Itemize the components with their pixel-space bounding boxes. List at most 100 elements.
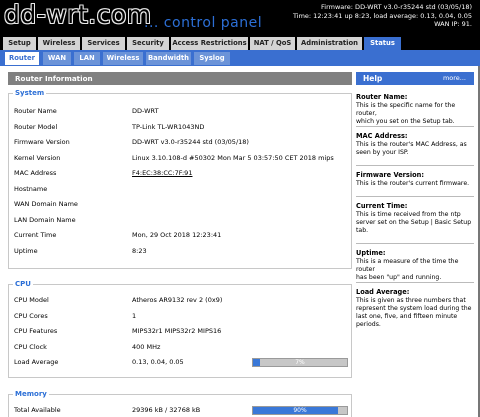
hostname-label: Hostname bbox=[14, 185, 48, 193]
cpu-legend: CPU bbox=[13, 280, 33, 288]
cpu-features-value: MIPS32r1 MIPS32r2 MIPS16 bbox=[132, 327, 222, 335]
load-average-label: Load Average bbox=[14, 358, 59, 366]
help-header: Help more... bbox=[356, 72, 474, 85]
help-heading: Router Name: bbox=[356, 93, 408, 101]
load-progress-bar: 7% bbox=[252, 358, 348, 367]
subtab-bandwidth[interactable]: Bandwidth bbox=[146, 52, 191, 65]
tab-security[interactable]: Security bbox=[127, 37, 169, 50]
system-legend: System bbox=[13, 89, 47, 97]
firmware-info: Firmware: DD-WRT v3.0-r35244 std (03/05/… bbox=[321, 3, 472, 11]
tab-access-restrictions[interactable]: Access Restrictions bbox=[171, 37, 248, 50]
help-text: This is the router's current firmware. bbox=[356, 180, 470, 187]
memory-progress-bar: 90% bbox=[252, 406, 348, 415]
kernel-version-label: Kernel Version bbox=[14, 154, 61, 162]
cpu-cores-value: 1 bbox=[132, 312, 137, 320]
mac-address-label: MAC Address bbox=[14, 169, 57, 177]
cpu-clock-row: CPU Clock 400 MHz bbox=[14, 342, 348, 352]
router-name-row: Router Name DD-WRT bbox=[14, 106, 348, 116]
help-text: periods. bbox=[356, 321, 381, 328]
tab-nat-qos[interactable]: NAT / QoS bbox=[250, 37, 295, 50]
total-available-value: 29396 kB / 32768 kB bbox=[132, 406, 201, 414]
help-heading: Load Average: bbox=[356, 288, 410, 296]
uptime-value: 8:23 bbox=[132, 247, 147, 255]
cpu-features-label: CPU Features bbox=[14, 327, 58, 335]
router-information-panel: Router Information System Router Name DD-… bbox=[8, 72, 352, 417]
tab-administration[interactable]: Administration bbox=[297, 37, 362, 50]
cpu-clock-label: CPU Clock bbox=[14, 343, 47, 351]
mac-address-row: MAC Address F4:EC:38:CC:7F:91 bbox=[14, 168, 348, 178]
help-panel: Help more... Router Name: This is the sp… bbox=[356, 72, 474, 328]
current-time-label: Current Time bbox=[14, 231, 57, 239]
control-panel-subtitle: ... control panel bbox=[144, 15, 263, 31]
help-title: Help bbox=[363, 74, 383, 83]
page-title: Router Information bbox=[8, 72, 352, 85]
lan-domain-row: LAN Domain Name bbox=[14, 215, 348, 225]
help-current-time: Current Time: This is time received from… bbox=[356, 202, 474, 235]
subtab-lan[interactable]: LAN bbox=[74, 52, 100, 65]
cpu-model-row: CPU Model Atheros AR9132 rev 2 (0x9) bbox=[14, 295, 348, 305]
router-name-value: DD-WRT bbox=[132, 107, 159, 115]
firmware-version-label: Firmware Version bbox=[14, 138, 70, 146]
memory-legend: Memory bbox=[13, 390, 49, 398]
cpu-clock-value: 400 MHz bbox=[132, 343, 161, 351]
wan-ip-info: WAN IP: 91. bbox=[434, 20, 472, 28]
router-model-row: Router Model TP-Link TL-WR1043ND bbox=[14, 122, 348, 132]
help-divider bbox=[356, 196, 474, 197]
help-text: seen by your ISP. bbox=[356, 149, 409, 156]
cpu-model-value: Atheros AR9132 rev 2 (0x9) bbox=[132, 296, 223, 304]
uptime-row: Uptime 8:23 bbox=[14, 246, 348, 256]
help-heading: MAC Address: bbox=[356, 132, 408, 140]
load-progress-text: 7% bbox=[295, 359, 305, 366]
lan-domain-label: LAN Domain Name bbox=[14, 216, 76, 224]
system-section: System Router Name DD-WRT Router Model TP-… bbox=[8, 89, 352, 269]
tab-services[interactable]: Services bbox=[82, 37, 125, 50]
hostname-row: Hostname bbox=[14, 184, 348, 194]
help-text: This is a measure of the time the router bbox=[356, 258, 459, 273]
help-text: represent the system load during the bbox=[356, 305, 472, 312]
time-info: Time: 12:23:41 up 8:23, load average: 0.… bbox=[293, 11, 472, 20]
help-text: server set on the Setup | Basic Setup bbox=[356, 219, 472, 226]
help-text: This is time received from the ntp bbox=[356, 211, 461, 218]
help-more-link[interactable]: more... bbox=[443, 72, 466, 85]
help-text: This is the specific name for the router… bbox=[356, 102, 456, 117]
load-average-row: Load Average 0.13, 0.04, 0.05 7% bbox=[14, 357, 348, 367]
help-divider bbox=[356, 243, 474, 244]
subtab-wireless[interactable]: Wireless bbox=[103, 52, 143, 65]
router-model-value: TP-Link TL-WR1043ND bbox=[132, 123, 205, 131]
mac-address-link[interactable]: F4:EC:38:CC:7F:91 bbox=[132, 168, 192, 178]
help-mac-address: MAC Address: This is the router's MAC Ad… bbox=[356, 132, 474, 157]
wan-domain-row: WAN Domain Name bbox=[14, 199, 348, 209]
cpu-cores-row: CPU Cores 1 bbox=[14, 311, 348, 321]
help-text: This is given as three numbers that bbox=[356, 297, 466, 304]
help-text: last one, five, and fifteen minute bbox=[356, 313, 458, 320]
uptime-label: Uptime bbox=[14, 247, 38, 255]
router-model-label: Router Model bbox=[14, 123, 58, 131]
help-divider bbox=[356, 282, 474, 283]
kernel-version-value: Linux 3.10.108-d #50302 Mon Mar 5 03:57:… bbox=[132, 154, 334, 162]
help-heading: Uptime: bbox=[356, 249, 386, 257]
current-time-row: Current Time Mon, 29 Oct 2018 12:23:41 bbox=[14, 230, 348, 240]
help-heading: Current Time: bbox=[356, 202, 408, 210]
help-divider bbox=[356, 165, 474, 166]
cpu-model-label: CPU Model bbox=[14, 296, 49, 304]
tab-setup[interactable]: Setup bbox=[3, 37, 36, 50]
memory-section: Memory Total Available 29396 kB / 32768 … bbox=[8, 390, 352, 417]
tab-status[interactable]: Status bbox=[364, 37, 401, 50]
kernel-version-row: Kernel Version Linux 3.10.108-d #50302 Mo… bbox=[14, 153, 348, 163]
memory-progress-text: 90% bbox=[293, 407, 307, 414]
help-divider bbox=[356, 126, 474, 127]
total-available-label: Total Available bbox=[14, 406, 61, 414]
header: dd-wrt.com ... control panel Firmware: D… bbox=[0, 0, 480, 34]
subtab-syslog[interactable]: Syslog bbox=[194, 52, 230, 65]
subtab-router[interactable]: Router bbox=[5, 52, 39, 65]
tab-wireless[interactable]: Wireless bbox=[38, 37, 80, 50]
status-info: Firmware: DD-WRT v3.0-r35244 std (03/05/… bbox=[293, 3, 472, 29]
help-uptime: Uptime: This is a measure of the time th… bbox=[356, 249, 474, 282]
help-heading: Firmware Version: bbox=[356, 171, 424, 179]
subtab-wan[interactable]: WAN bbox=[43, 52, 71, 65]
ddwrt-logo[interactable]: dd-wrt.com bbox=[4, 2, 152, 28]
router-name-label: Router Name bbox=[14, 107, 57, 115]
content-area: Router Information System Router Name DD-… bbox=[0, 66, 480, 417]
help-text: tab. bbox=[356, 227, 369, 234]
sub-tabs: Router WAN LAN Wireless Bandwidth Syslog bbox=[0, 50, 480, 66]
